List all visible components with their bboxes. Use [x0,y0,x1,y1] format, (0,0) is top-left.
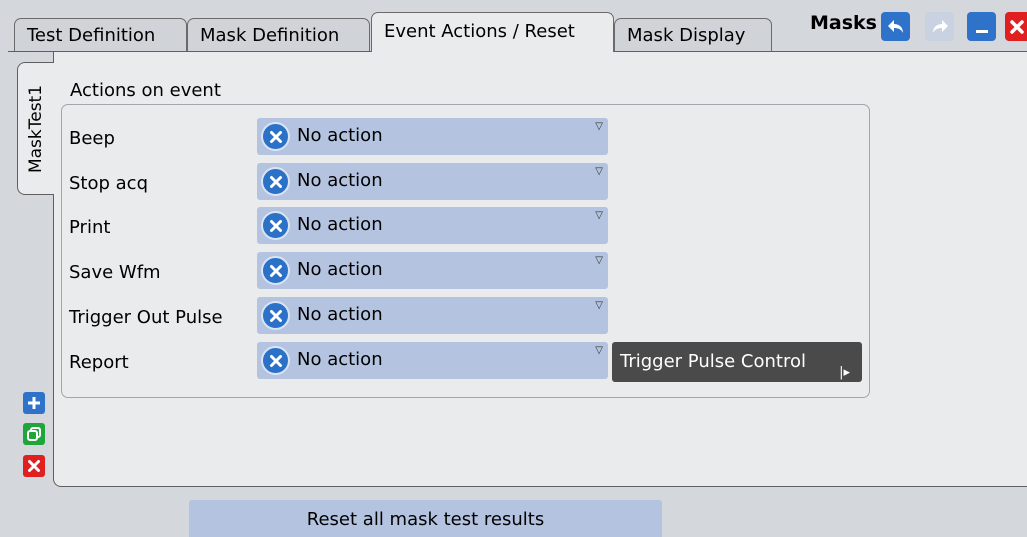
action-dropdown-save-wfm[interactable]: No action ▽ [257,252,608,289]
dialog-title: Masks [810,12,877,34]
reset-all-results-button[interactable]: Reset all mask test results [189,500,662,537]
redo-icon [932,19,948,33]
action-label-save-wfm: Save Wfm [69,262,161,283]
dropdown-arrow-icon: ▽ [595,166,603,177]
delete-button[interactable] [23,455,45,477]
dropdown-value: No action [297,214,383,235]
dropdown-arrow-icon: ▽ [595,210,603,221]
action-dropdown-print[interactable]: No action ▽ [257,207,608,244]
tab-mask-display[interactable]: Mask Display [614,18,772,51]
dropdown-arrow-icon: ▽ [595,121,603,132]
dropdown-value: No action [297,170,383,191]
dropdown-value: No action [297,304,383,325]
minimize-icon [975,29,988,33]
redo-button[interactable] [925,12,954,41]
trigger-pulse-control-label: Trigger Pulse Control [620,351,806,372]
dropdown-arrow-icon: ▽ [595,345,603,356]
close-icon [1010,19,1024,34]
tab-event-actions-reset[interactable]: Event Actions / Reset [371,12,614,52]
expand-arrow-icon: |▸ [839,365,850,380]
no-action-icon [261,122,290,151]
action-dropdown-report[interactable]: No action ▽ [257,342,608,379]
dropdown-value: No action [297,125,383,146]
no-action-icon [261,346,290,375]
minimize-button[interactable] [967,12,996,41]
trigger-pulse-control-button[interactable]: Trigger Pulse Control |▸ [612,342,862,382]
action-label-report: Report [69,352,129,373]
dropdown-arrow-icon: ▽ [595,255,603,266]
tab-test-definition[interactable]: Test Definition [14,18,187,51]
no-action-icon [261,211,290,240]
undo-icon [887,19,903,33]
side-tab-masktest1[interactable]: MaskTest1 [17,62,54,195]
dropdown-value: No action [297,349,383,370]
delete-icon [28,460,40,472]
action-dropdown-beep[interactable]: No action ▽ [257,118,608,155]
add-button[interactable] [23,392,45,414]
action-dropdown-stop-acq[interactable]: No action ▽ [257,163,608,200]
tab-mask-definition[interactable]: Mask Definition [187,18,370,51]
copy-icon [27,427,41,441]
side-tab-label: MaskTest1 [26,84,46,173]
copy-button[interactable] [23,423,45,445]
action-label-trigger-out-pulse: Trigger Out Pulse [69,307,223,328]
dropdown-value: No action [297,259,383,280]
no-action-icon [261,301,290,330]
no-action-icon [261,256,290,285]
action-label-print: Print [69,217,111,238]
add-icon [28,397,40,409]
action-label-beep: Beep [69,128,115,149]
action-dropdown-trigger-out-pulse[interactable]: No action ▽ [257,297,608,334]
dropdown-arrow-icon: ▽ [595,300,603,311]
no-action-icon [261,167,290,196]
section-title: Actions on event [70,80,221,101]
undo-button[interactable] [881,12,910,41]
action-label-stop-acq: Stop acq [69,173,148,194]
close-button[interactable] [1005,12,1027,41]
